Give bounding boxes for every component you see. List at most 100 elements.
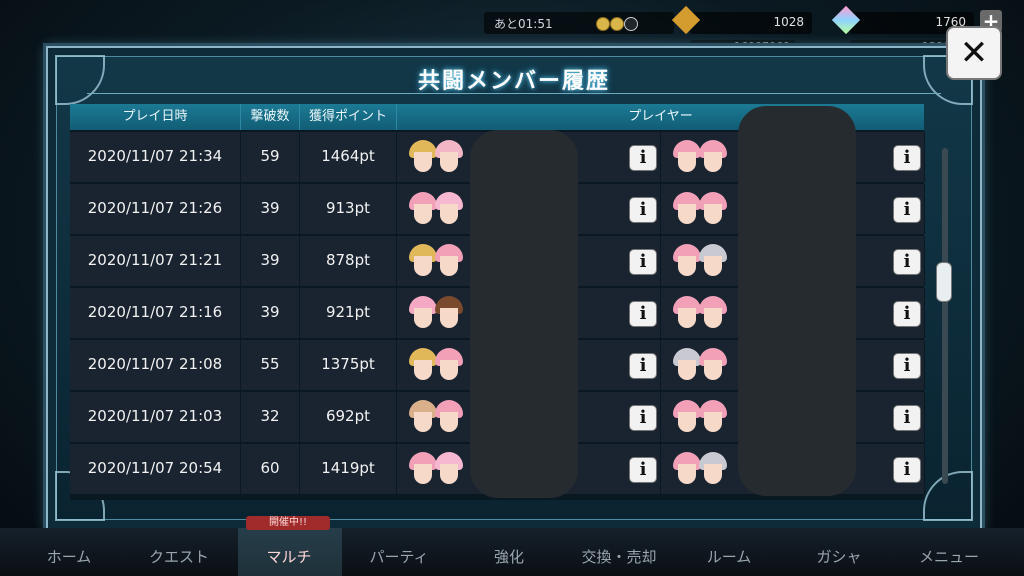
character-avatar-icon — [699, 452, 727, 490]
party-avatars — [409, 348, 467, 388]
player-info-button[interactable]: i — [893, 249, 921, 275]
scrollbar-thumb[interactable] — [936, 262, 952, 302]
character-avatar-icon — [435, 140, 463, 178]
character-avatar-icon — [435, 400, 463, 438]
date-cell-text: 2020/11/07 21:21 — [87, 251, 223, 269]
character-avatar-icon — [673, 296, 701, 334]
character-avatar-icon — [435, 452, 463, 490]
character-avatar-icon — [409, 452, 437, 490]
nav-item[interactable]: ホーム — [14, 546, 124, 567]
character-avatar-icon — [673, 244, 701, 282]
points-cell-text: 878pt — [325, 251, 371, 269]
player-info-button[interactable]: i — [893, 301, 921, 327]
character-avatar-icon — [435, 296, 463, 334]
nav-item[interactable]: クエスト — [124, 546, 234, 567]
kills-cell: 55 — [241, 340, 300, 390]
stamina-orb-icon — [610, 17, 624, 31]
points-cell-text: 1375pt — [321, 355, 375, 373]
player-info-button[interactable]: i — [893, 145, 921, 171]
gold-crystal-icon — [671, 5, 701, 35]
date-cell: 2020/11/07 21:03 — [70, 392, 241, 442]
party-avatars — [673, 192, 731, 232]
header-kills: 撃破数 — [241, 104, 300, 130]
date-cell-text: 2020/11/07 21:26 — [87, 199, 223, 217]
nav-item[interactable]: ルーム — [674, 546, 784, 567]
header-points: 獲得ポイント — [300, 104, 397, 130]
character-avatar-icon — [699, 192, 727, 230]
character-avatar-icon — [409, 192, 437, 230]
kills-cell: 32 — [241, 392, 300, 442]
player-info-button[interactable]: i — [893, 353, 921, 379]
character-avatar-icon — [673, 140, 701, 178]
points-cell: 1419pt — [300, 444, 397, 494]
character-avatar-icon — [673, 452, 701, 490]
party-avatars — [409, 192, 467, 232]
player-info-button[interactable]: i — [893, 197, 921, 223]
player-info-button[interactable]: i — [629, 249, 657, 275]
character-avatar-icon — [435, 244, 463, 282]
character-avatar-icon — [409, 348, 437, 386]
points-cell: 878pt — [300, 236, 397, 286]
date-cell-text: 2020/11/07 21:03 — [87, 407, 223, 425]
character-avatar-icon — [673, 400, 701, 438]
nav-item[interactable]: 強化 — [454, 546, 564, 567]
gold-value: 1028 — [773, 15, 804, 29]
points-cell-text: 692pt — [325, 407, 371, 425]
kills-cell: 39 — [241, 236, 300, 286]
player-info-button[interactable]: i — [629, 145, 657, 171]
player-info-button[interactable]: i — [893, 405, 921, 431]
points-cell: 692pt — [300, 392, 397, 442]
stamina-orb-icon — [596, 17, 610, 31]
kills-cell-text: 39 — [260, 251, 280, 269]
stamina-orb-empty-icon — [624, 17, 638, 31]
points-cell-text: 921pt — [325, 303, 371, 321]
player-info-button[interactable]: i — [629, 197, 657, 223]
points-cell-text: 1419pt — [321, 459, 375, 477]
kills-cell-text: 32 — [260, 407, 280, 425]
kills-cell-text: 60 — [260, 459, 280, 477]
timer-text: あと01:51 — [494, 17, 553, 31]
date-cell: 2020/11/07 20:54 — [70, 444, 241, 494]
date-cell: 2020/11/07 21:26 — [70, 184, 241, 234]
nav-item[interactable]: ガシャ — [784, 546, 894, 567]
nav-item[interactable]: マルチ — [234, 546, 344, 567]
player-info-button[interactable]: i — [629, 457, 657, 483]
date-cell: 2020/11/07 21:16 — [70, 288, 241, 338]
character-avatar-icon — [409, 400, 437, 438]
character-avatar-icon — [673, 192, 701, 230]
party-avatars — [409, 400, 467, 440]
nav-item[interactable]: パーティ — [344, 546, 454, 567]
kills-cell: 39 — [241, 288, 300, 338]
character-avatar-icon — [699, 140, 727, 178]
points-cell: 1464pt — [300, 132, 397, 182]
points-cell: 913pt — [300, 184, 397, 234]
date-cell: 2020/11/07 21:21 — [70, 236, 241, 286]
character-avatar-icon — [699, 244, 727, 282]
party-avatars — [673, 452, 731, 492]
player-info-button[interactable]: i — [629, 353, 657, 379]
close-button[interactable]: ✕ — [946, 26, 1002, 80]
player-info-button[interactable]: i — [629, 301, 657, 327]
title-divider — [87, 93, 941, 94]
redacted-player-names — [738, 106, 856, 496]
party-avatars — [673, 400, 731, 440]
date-cell-text: 2020/11/07 21:16 — [87, 303, 223, 321]
kills-cell-text: 39 — [260, 199, 280, 217]
party-avatars — [673, 244, 731, 284]
bottom-nav: ホーム クエスト マルチ パーティ 強化 交換・売却 ルーム ガシャ メニュー — [0, 528, 1024, 576]
party-avatars — [409, 296, 467, 336]
rainbow-gem-icon — [831, 5, 861, 35]
character-avatar-icon — [409, 140, 437, 178]
header-date: プレイ日時 — [70, 104, 241, 130]
nav-item[interactable]: メニュー — [894, 546, 1004, 567]
kills-cell-text: 59 — [260, 147, 280, 165]
nav-item[interactable]: 交換・売却 — [564, 546, 674, 567]
scrollbar-track[interactable] — [942, 148, 948, 484]
points-cell: 921pt — [300, 288, 397, 338]
character-avatar-icon — [409, 244, 437, 282]
player-info-button[interactable]: i — [629, 405, 657, 431]
character-avatar-icon — [409, 296, 437, 334]
character-avatar-icon — [699, 348, 727, 386]
party-avatars — [673, 140, 731, 180]
player-info-button[interactable]: i — [893, 457, 921, 483]
